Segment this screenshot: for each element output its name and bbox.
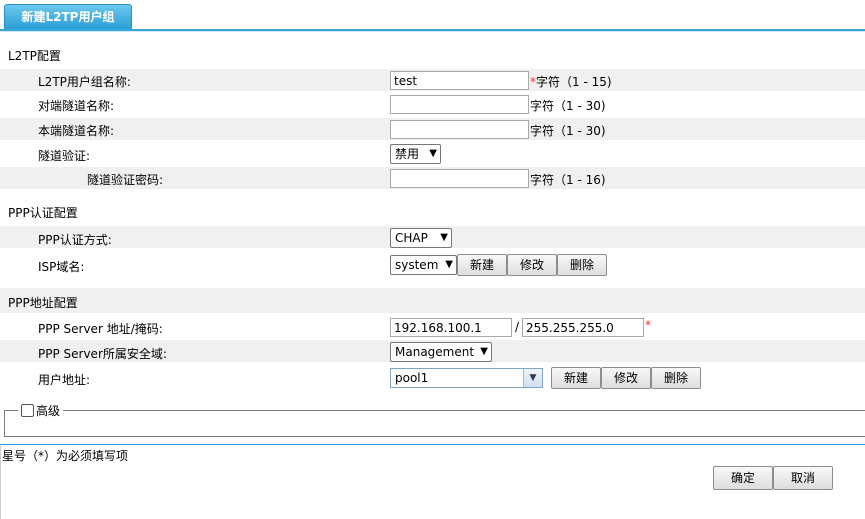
- chevron-down-icon[interactable]: ▼: [523, 369, 542, 387]
- footer-left-rule: [0, 446, 1, 519]
- ok-button[interactable]: 确定: [713, 466, 773, 490]
- chevron-down-icon: ▼: [440, 232, 448, 243]
- user-address-combo[interactable]: pool1 ▼: [390, 368, 543, 388]
- peer-tunnel-input[interactable]: [390, 95, 529, 114]
- isp-delete-button[interactable]: 删除: [557, 254, 607, 276]
- user-address-value: pool1: [395, 371, 429, 385]
- chevron-down-icon: ▼: [480, 346, 488, 357]
- tunnel-password-label: 隧道验证密码:: [87, 173, 164, 187]
- section-title-ppp-auth: PPP认证配置: [8, 206, 78, 220]
- user-address-delete-button[interactable]: 删除: [651, 367, 701, 389]
- chevron-down-icon: ▼: [445, 259, 453, 270]
- group-name-input[interactable]: [390, 71, 529, 90]
- ppp-server-address-input[interactable]: [390, 318, 512, 337]
- ppp-server-label: PPP Server 地址/掩码:: [38, 322, 163, 336]
- advanced-toggle[interactable]: 高级: [18, 403, 64, 419]
- group-name-label: L2TP用户组名称:: [38, 75, 131, 89]
- tunnel-auth-label: 隧道验证:: [38, 149, 91, 163]
- group-name-hint-text: 字符（1 - 15): [536, 75, 612, 89]
- isp-new-button[interactable]: 新建: [457, 254, 507, 276]
- ppp-auth-method-label: PPP认证方式:: [38, 233, 112, 247]
- isp-domain-select[interactable]: system ▼: [390, 255, 457, 275]
- user-address-edit-button[interactable]: 修改: [601, 367, 651, 389]
- local-tunnel-hint: 字符（1 - 30): [530, 124, 606, 138]
- tab-new-l2tp-group[interactable]: 新建L2TP用户组: [4, 4, 132, 29]
- user-address-label: 用户地址:: [38, 373, 91, 387]
- tunnel-password-hint: 字符（1 - 16): [530, 173, 606, 187]
- tunnel-auth-select[interactable]: 禁用 ▼: [390, 144, 441, 164]
- chevron-down-icon: ▼: [429, 148, 437, 159]
- peer-tunnel-label: 对端隧道名称:: [38, 99, 115, 113]
- user-address-new-button[interactable]: 新建: [551, 367, 601, 389]
- local-tunnel-input[interactable]: [390, 120, 529, 139]
- isp-domain-label: ISP域名:: [38, 260, 85, 274]
- tunnel-auth-value: 禁用: [395, 147, 420, 161]
- group-name-hint: *字符（1 - 15): [530, 73, 612, 90]
- ppp-auth-method-value: CHAP: [395, 231, 428, 245]
- advanced-checkbox[interactable]: [21, 404, 34, 417]
- tunnel-password-input[interactable]: [390, 169, 529, 188]
- ppp-auth-method-select[interactable]: CHAP ▼: [390, 228, 452, 248]
- security-zone-label: PPP Server所属安全域:: [38, 347, 167, 361]
- peer-tunnel-hint: 字符（1 - 30): [530, 99, 606, 113]
- required-mark: *: [645, 318, 651, 332]
- security-zone-value: Management: [395, 345, 475, 359]
- cancel-button[interactable]: 取消: [773, 466, 833, 490]
- section-title-ppp-address: PPP地址配置: [8, 296, 78, 310]
- advanced-label: 高级: [36, 404, 61, 418]
- advanced-fieldset: [4, 410, 865, 437]
- isp-edit-button[interactable]: 修改: [507, 254, 557, 276]
- row-background: [0, 288, 865, 313]
- local-tunnel-label: 本端隧道名称:: [38, 124, 115, 138]
- address-mask-separator: /: [515, 320, 520, 334]
- ppp-server-mask-input[interactable]: [522, 318, 644, 337]
- tab-underline-shadow: [0, 31, 865, 32]
- security-zone-select[interactable]: Management ▼: [390, 342, 492, 362]
- footer-divider: [0, 444, 865, 445]
- section-title-l2tp: L2TP配置: [8, 49, 61, 63]
- required-note: 星号（*）为必须填写项: [2, 449, 129, 463]
- isp-domain-value: system: [395, 258, 439, 272]
